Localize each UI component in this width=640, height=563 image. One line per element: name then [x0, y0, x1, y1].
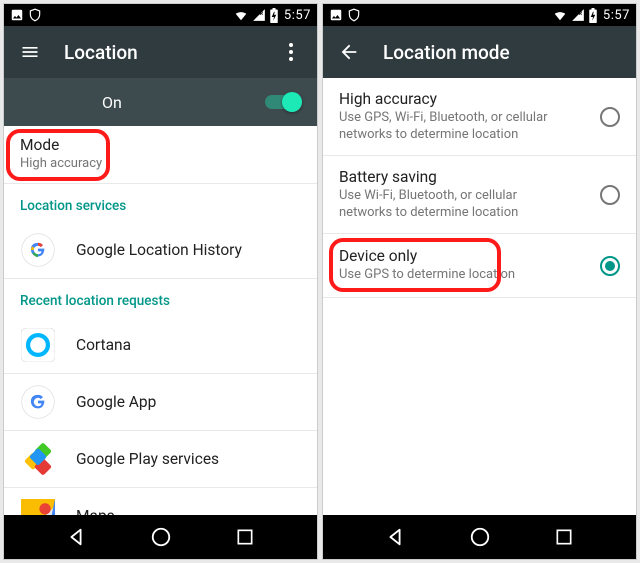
- clock: 5:57: [603, 8, 630, 23]
- back-arrow-icon[interactable]: [337, 40, 361, 64]
- google-icon: [20, 232, 56, 268]
- option-subtitle: Use GPS, Wi-Fi, Bluetooth, or cellular n…: [339, 110, 549, 144]
- item-label: Google Play services: [76, 450, 301, 468]
- image-icon: [10, 8, 24, 22]
- option-subtitle: Use GPS to determine location: [339, 267, 549, 284]
- radio-button[interactable]: [600, 185, 620, 205]
- status-bar: R 5:57: [323, 4, 636, 26]
- toggle-label: On: [102, 93, 122, 112]
- radio-button[interactable]: [600, 256, 620, 276]
- cortana-icon: [20, 327, 56, 363]
- app-bar: Location: [4, 26, 317, 78]
- wifi-icon: [552, 8, 568, 22]
- radio-button[interactable]: [600, 107, 620, 127]
- hamburger-icon[interactable]: [18, 40, 42, 64]
- home-button[interactable]: [149, 525, 173, 549]
- phone-right: R 5:57 Location mode High accuracy Use G…: [323, 4, 636, 559]
- section-header-services: Location services: [4, 184, 317, 222]
- mode-item[interactable]: Mode High accuracy: [4, 126, 317, 184]
- back-button[interactable]: [64, 525, 88, 549]
- battery-icon: [269, 8, 279, 23]
- google-location-history-item[interactable]: Google Location History: [4, 222, 317, 279]
- clock: 5:57: [284, 8, 311, 23]
- app-bar: Location mode: [323, 26, 636, 78]
- battery-icon: [588, 8, 598, 23]
- back-button[interactable]: [383, 525, 407, 549]
- toggle-switch[interactable]: [265, 95, 299, 109]
- image-icon: [329, 8, 343, 22]
- section-header-recent: Recent location requests: [4, 279, 317, 317]
- item-title: Mode: [20, 136, 301, 154]
- recent-app-cortana[interactable]: Cortana: [4, 317, 317, 374]
- shield-icon: [28, 8, 42, 22]
- home-button[interactable]: [468, 525, 492, 549]
- option-subtitle: Use Wi-Fi, Bluetooth, or cellular networ…: [339, 188, 549, 222]
- recents-button[interactable]: [233, 525, 257, 549]
- item-label: Cortana: [76, 336, 301, 354]
- play-services-icon: [20, 441, 56, 477]
- nav-bar: [323, 515, 636, 559]
- option-high-accuracy[interactable]: High accuracy Use GPS, Wi-Fi, Bluetooth,…: [323, 78, 636, 156]
- google-app-icon: [20, 384, 56, 420]
- option-battery-saving[interactable]: Battery saving Use Wi-Fi, Bluetooth, or …: [323, 156, 636, 234]
- item-label: Google App: [76, 393, 301, 411]
- nav-bar: [4, 515, 317, 559]
- page-title: Location mode: [383, 41, 622, 64]
- overflow-menu-button[interactable]: [279, 40, 303, 64]
- recent-app-maps[interactable]: Maps: [4, 488, 317, 515]
- signal-icon: R: [252, 8, 266, 22]
- option-device-only[interactable]: Device only Use GPS to determine locatio…: [323, 234, 636, 298]
- recent-app-google[interactable]: Google App: [4, 374, 317, 431]
- recents-button[interactable]: [552, 525, 576, 549]
- signal-icon: R: [571, 8, 585, 22]
- item-label: Maps: [76, 507, 301, 515]
- option-title: Device only: [339, 247, 592, 265]
- recent-app-play-services[interactable]: Google Play services: [4, 431, 317, 488]
- page-title: Location: [64, 41, 279, 64]
- status-bar: R 5:57: [4, 4, 317, 26]
- wifi-icon: [233, 8, 249, 22]
- location-master-toggle-row[interactable]: On: [4, 78, 317, 126]
- shield-icon: [347, 8, 361, 22]
- option-title: High accuracy: [339, 90, 592, 108]
- option-title: Battery saving: [339, 168, 592, 186]
- phone-left: R 5:57 Location On Mode H: [4, 4, 317, 559]
- item-subtitle: High accuracy: [20, 156, 230, 173]
- item-label: Google Location History: [76, 241, 301, 259]
- maps-icon: [20, 498, 56, 515]
